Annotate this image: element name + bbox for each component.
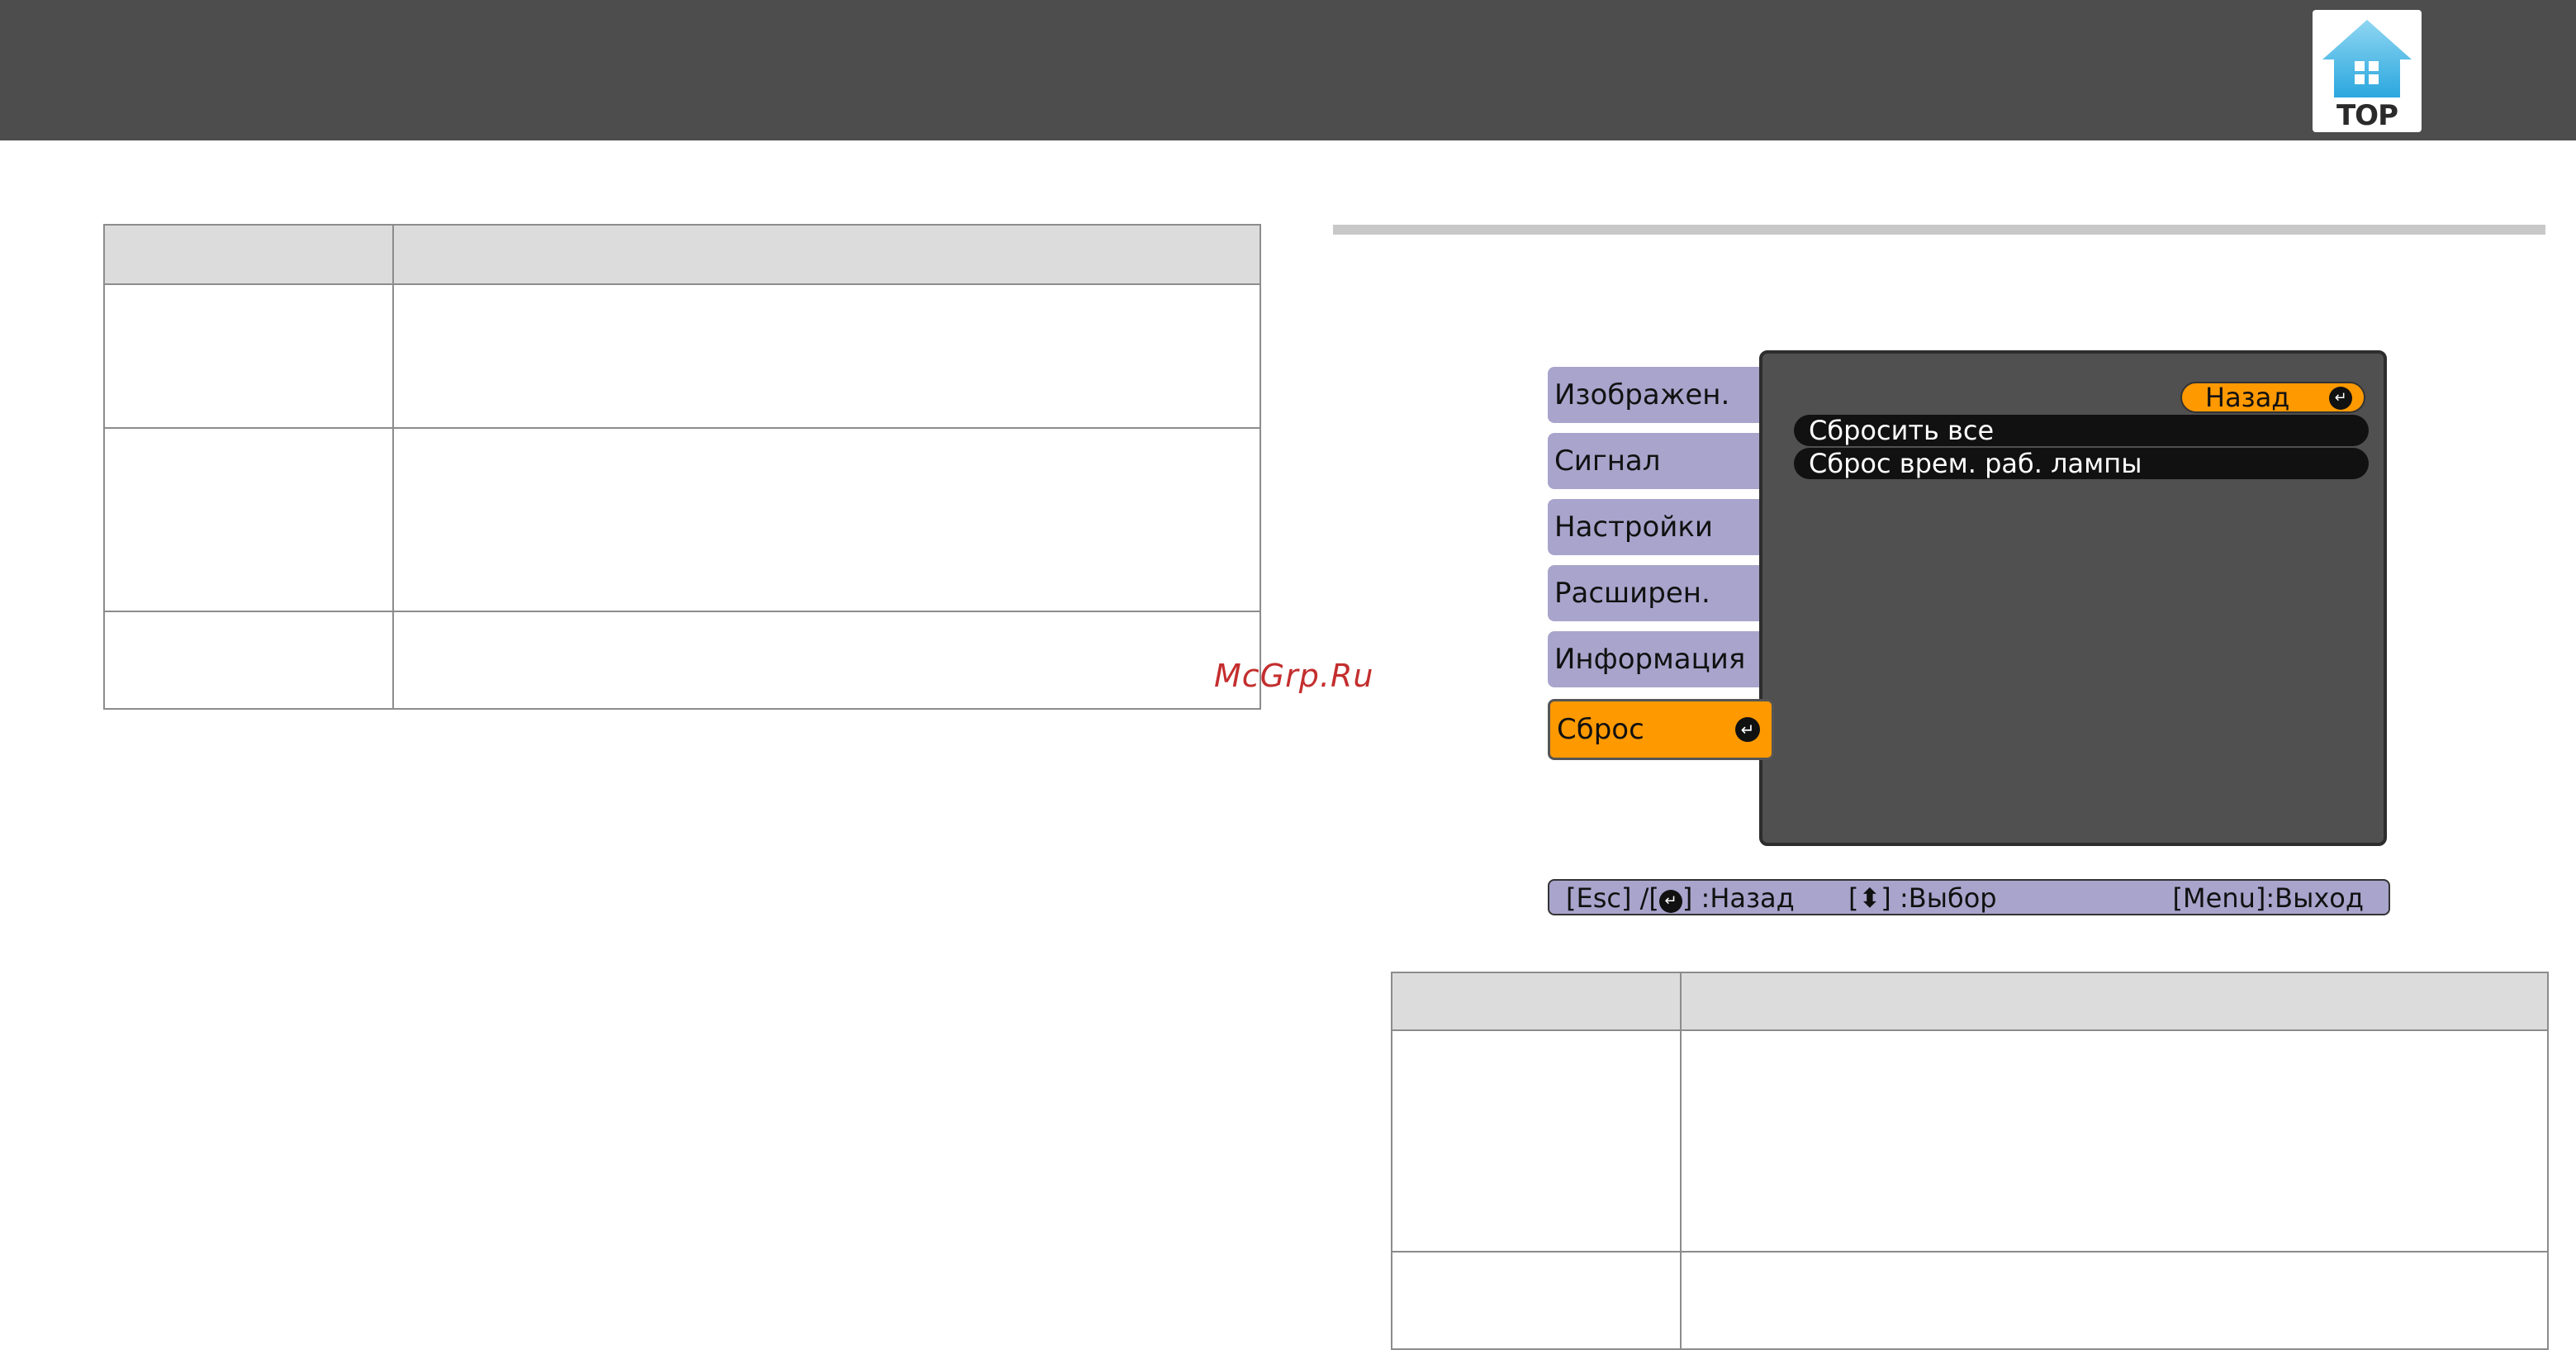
left-settings-table xyxy=(103,224,1261,710)
top-bar: TOP xyxy=(0,0,2576,140)
help-exit: [Menu]:Выход xyxy=(2172,882,2364,914)
osd-item-label: Сбросить все xyxy=(1809,415,1995,446)
table-cell xyxy=(1680,1251,2549,1350)
table-header-cell xyxy=(1680,972,2549,1031)
table-header-cell xyxy=(103,224,394,285)
table-cell xyxy=(1680,1029,2549,1253)
table-cell xyxy=(103,283,394,429)
osd-item-label: Сброс врем. раб. лампы xyxy=(1809,448,2142,479)
osd-tab-label: Расширен. xyxy=(1554,577,1710,610)
osd-help-bar: [Esc] /[↵] :Назад [⬍] :Выбор [Menu]:Выхо… xyxy=(1548,879,2390,915)
osd-item-reset-all[interactable]: Сбросить все xyxy=(1794,415,2369,446)
enter-icon: ↵ xyxy=(2329,387,2352,410)
table-cell xyxy=(103,611,394,710)
help-select-text: ] :Выбор xyxy=(1881,882,1997,914)
house-icon xyxy=(2322,20,2412,97)
table-row xyxy=(103,427,1261,612)
table-header-row xyxy=(1391,972,2549,1031)
updown-arrow-icon: ⬍ xyxy=(1858,882,1881,914)
back-button[interactable]: Назад ↵ xyxy=(2180,382,2365,413)
osd-tab-label: Информация xyxy=(1554,643,1746,676)
back-button-label: Назад xyxy=(2205,382,2290,413)
table-cell xyxy=(103,427,394,612)
help-select: [⬍] :Выбор xyxy=(1848,882,1997,914)
table-cell xyxy=(392,427,1261,612)
table-header-row xyxy=(103,224,1261,285)
osd-tab-image[interactable]: Изображен. xyxy=(1548,367,1769,423)
table-header-cell xyxy=(392,224,1261,285)
table-cell xyxy=(1391,1029,1682,1253)
help-back: [Esc] /[↵] :Назад xyxy=(1566,882,1795,914)
help-esc-text: [Esc] /[ xyxy=(1566,882,1659,914)
osd-tab-signal[interactable]: Сигнал xyxy=(1548,433,1769,489)
help-back-text: ] :Назад xyxy=(1682,882,1795,914)
osd-item-reset-lamp-hours[interactable]: Сброс врем. раб. лампы xyxy=(1794,448,2369,479)
watermark-text: McGrp.Ru xyxy=(1214,658,1374,694)
table-row xyxy=(1391,1251,2549,1350)
table-row xyxy=(103,283,1261,429)
osd-tab-label: Настройки xyxy=(1554,511,1714,544)
table-header-cell xyxy=(1391,972,1682,1031)
section-rule xyxy=(1333,225,2545,235)
osd-tab-settings[interactable]: Настройки xyxy=(1548,499,1769,555)
osd-tab-extended[interactable]: Расширен. xyxy=(1548,565,1769,621)
top-logo-button[interactable]: TOP xyxy=(2313,10,2422,132)
osd-tab-label: Изображен. xyxy=(1554,378,1730,411)
top-label: TOP xyxy=(2336,99,2398,132)
osd-tab-label: Сигнал xyxy=(1554,444,1661,478)
right-settings-table xyxy=(1391,972,2549,1350)
table-cell xyxy=(1391,1251,1682,1350)
table-row xyxy=(103,611,1261,710)
help-select-open: [ xyxy=(1848,882,1859,914)
table-row xyxy=(1391,1029,2549,1253)
enter-icon: ↵ xyxy=(1658,890,1682,913)
osd-tab-reset[interactable]: Сброс ↵ xyxy=(1548,699,1774,760)
osd-tab-info[interactable]: Информация xyxy=(1548,631,1769,687)
table-cell xyxy=(392,283,1261,429)
table-cell xyxy=(392,611,1261,710)
enter-icon: ↵ xyxy=(1735,717,1760,742)
osd-tab-label: Сброс xyxy=(1557,713,1644,746)
